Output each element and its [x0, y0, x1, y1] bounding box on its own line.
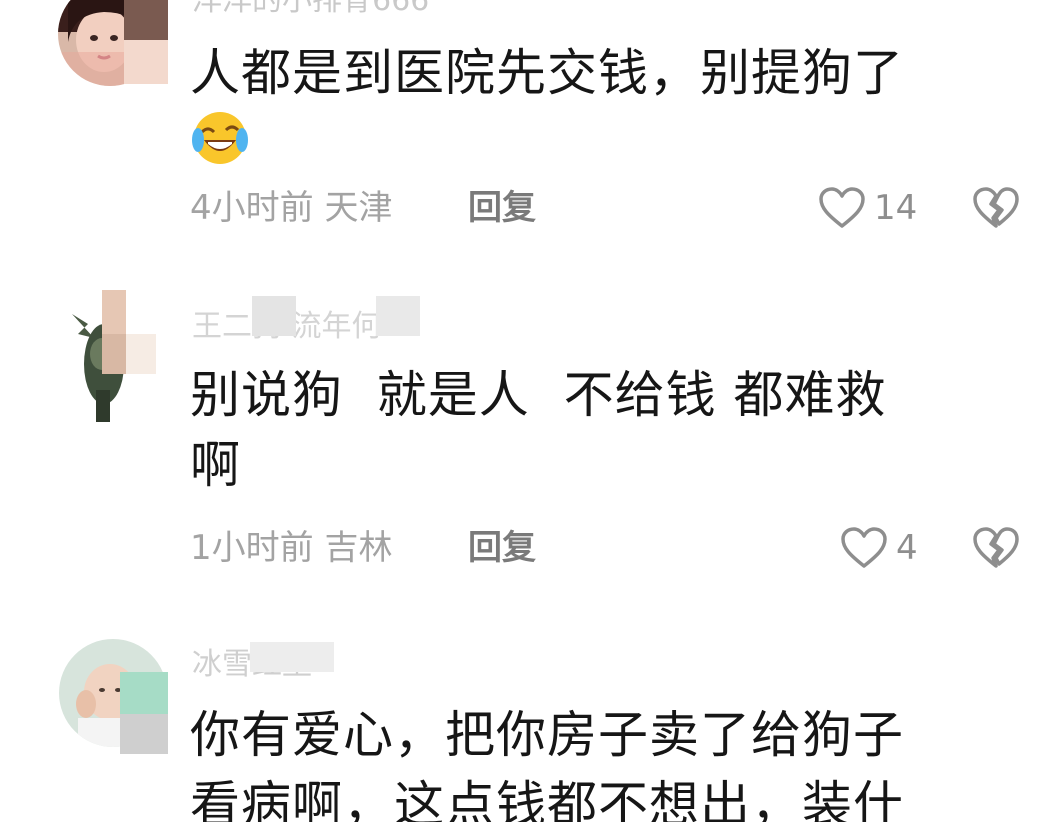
avatar-blur	[102, 334, 126, 374]
heart-icon	[841, 527, 887, 568]
comment-item: 冰雪红尘 你有爱心，把你房子卖了给狗子 看病啊，这点钱都不想出，装什	[0, 624, 1056, 822]
avatar-blur	[126, 334, 156, 374]
like-button[interactable]: 14	[818, 184, 917, 232]
comment-time-location: 1小时前 吉林	[190, 528, 393, 568]
avatar-blur	[124, 0, 168, 40]
comment-username[interactable]: 洋洋的小排骨666	[192, 0, 429, 18]
username-blur	[250, 642, 334, 672]
comment-item: 王二狗 流年何 别说狗 就是人 不给钱 都难救 啊 1小时前 吉林 回复 4	[0, 290, 1056, 590]
like-button[interactable]: 4	[840, 524, 918, 572]
avatar-blur	[124, 40, 168, 84]
comment-list: 洋洋的小排骨666 人都是到医院先交钱，别提狗了 4小时前 天津 回复 14 王…	[0, 0, 1056, 822]
comment-time-location: 4小时前 天津	[190, 188, 393, 228]
broken-heart-icon[interactable]	[972, 524, 1020, 572]
reply-button[interactable]: 回复	[468, 528, 536, 568]
comment-item: 洋洋的小排骨666 人都是到医院先交钱，别提狗了 4小时前 天津 回复 14	[0, 0, 1056, 260]
comment-text: 别说狗 就是人 不给钱 都难救 啊	[190, 366, 887, 494]
avatar-blur	[102, 290, 126, 334]
comment-text: 人都是到医院先交钱，别提狗了	[190, 44, 904, 102]
avatar-blur	[120, 672, 168, 714]
comment-text: 你有爱心，把你房子卖了给狗子 看病啊，这点钱都不想出，装什	[190, 706, 904, 822]
heart-icon	[819, 187, 865, 228]
avatar-blur	[120, 714, 168, 754]
face-with-tears-of-joy-icon	[192, 112, 248, 164]
broken-heart-icon[interactable]	[972, 184, 1020, 232]
like-count: 4	[896, 528, 918, 568]
username-blur	[376, 296, 420, 336]
reply-button[interactable]: 回复	[468, 188, 536, 228]
username-blur	[252, 296, 296, 336]
like-count: 14	[874, 188, 918, 228]
